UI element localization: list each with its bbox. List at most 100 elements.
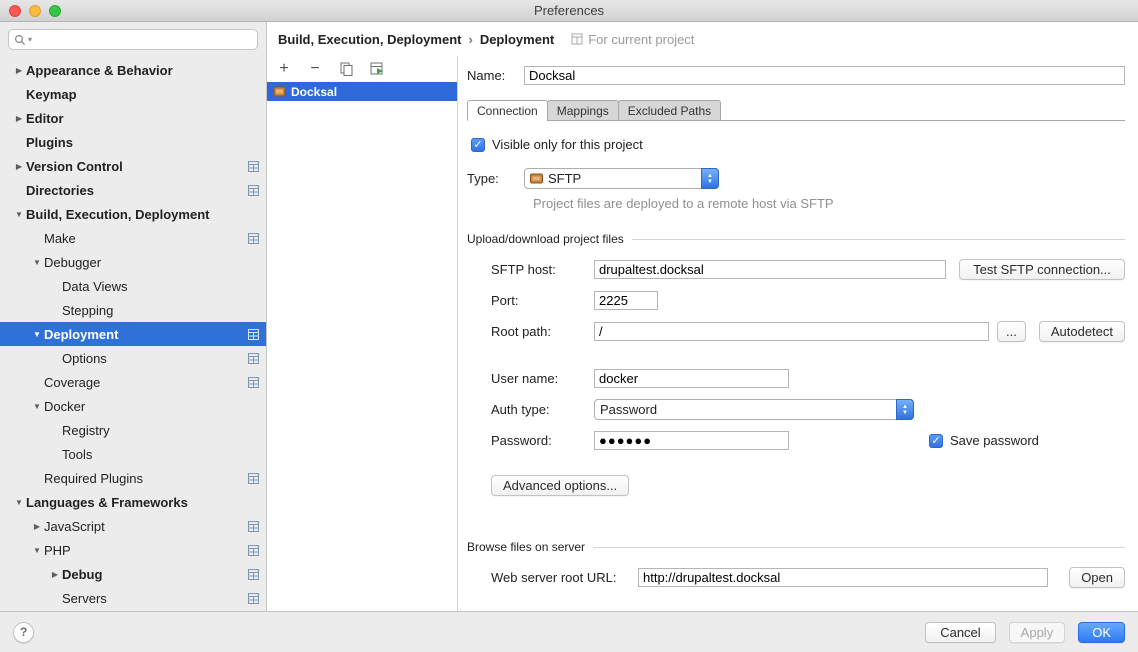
tab-mappings[interactable]: Mappings xyxy=(547,100,619,121)
save-password-checkbox[interactable]: ✓ xyxy=(929,434,943,448)
zoom-window-button[interactable] xyxy=(49,5,61,17)
chevron-right-icon[interactable]: ▶ xyxy=(48,570,62,579)
auth-type-value: Password xyxy=(600,402,657,417)
root-path-label: Root path: xyxy=(491,324,594,339)
sidebar-item-stepping[interactable]: Stepping xyxy=(0,298,266,322)
server-list-item-docksal[interactable]: Docksal xyxy=(267,82,457,101)
breadcrumb-item-root[interactable]: Build, Execution, Deployment xyxy=(278,32,461,47)
server-list-item-label: Docksal xyxy=(291,85,337,99)
save-password-label: Save password xyxy=(950,433,1039,448)
sidebar-item-version-control[interactable]: ▶Version Control xyxy=(0,154,266,178)
import-config-button[interactable] xyxy=(369,62,385,76)
test-sftp-connection-button[interactable]: Test SFTP connection... xyxy=(959,259,1125,280)
project-settings-icon xyxy=(248,233,259,244)
chevron-down-icon[interactable]: ▼ xyxy=(12,210,26,219)
minimize-window-button[interactable] xyxy=(29,5,41,17)
tab-connection[interactable]: Connection xyxy=(467,100,548,121)
import-icon xyxy=(370,62,384,76)
sidebar-item-servers[interactable]: Servers xyxy=(0,586,266,610)
add-icon: + xyxy=(279,61,288,77)
project-scope-icon xyxy=(571,33,583,45)
settings-content: Build, Execution, Deployment › Deploymen… xyxy=(267,22,1138,611)
sidebar-item-build-execution-deployment[interactable]: ▼Build, Execution, Deployment xyxy=(0,202,266,226)
web-root-field[interactable] xyxy=(638,568,1048,587)
sidebar-item-languages-frameworks[interactable]: ▼Languages & Frameworks xyxy=(0,490,266,514)
sidebar-item-debug[interactable]: ▶Debug xyxy=(0,562,266,586)
cancel-button[interactable]: Cancel xyxy=(925,622,995,643)
chevron-right-icon[interactable]: ▶ xyxy=(12,114,26,123)
root-path-field[interactable] xyxy=(594,322,989,341)
chevron-down-icon[interactable]: ▼ xyxy=(30,546,44,555)
sidebar-item-editor[interactable]: ▶Editor xyxy=(0,106,266,130)
sidebar-item-appearance-behavior[interactable]: ▶Appearance & Behavior xyxy=(0,58,266,82)
sidebar-item-keymap[interactable]: Keymap xyxy=(0,82,266,106)
sidebar-item-coverage[interactable]: Coverage xyxy=(0,370,266,394)
sidebar-item-label: Coverage xyxy=(44,375,100,390)
chevron-down-icon[interactable]: ▼ xyxy=(30,330,44,339)
sidebar-item-options[interactable]: Options xyxy=(0,346,266,370)
sidebar-item-debugger[interactable]: ▼Debugger xyxy=(0,250,266,274)
breadcrumb: Build, Execution, Deployment › Deploymen… xyxy=(267,22,1138,56)
auth-type-dropdown[interactable]: Password ▲▼ xyxy=(594,399,914,420)
sidebar-item-label: Tools xyxy=(62,447,92,462)
settings-search-input[interactable] xyxy=(34,31,252,48)
project-settings-icon xyxy=(248,353,259,364)
add-server-button[interactable]: + xyxy=(276,61,292,77)
sidebar-item-plugins[interactable]: Plugins xyxy=(0,130,266,154)
chevron-down-icon[interactable]: ▼ xyxy=(12,498,26,507)
apply-button[interactable]: Apply xyxy=(1009,622,1066,643)
sidebar-item-required-plugins[interactable]: Required Plugins xyxy=(0,466,266,490)
visible-only-checkbox[interactable]: ✓ xyxy=(471,138,485,152)
visible-only-label: Visible only for this project xyxy=(492,137,643,152)
password-field[interactable] xyxy=(594,431,789,450)
search-options-chevron-icon[interactable]: ▾ xyxy=(28,35,32,44)
project-settings-icon xyxy=(248,545,259,556)
breadcrumb-separator: › xyxy=(468,32,472,47)
sidebar-item-label: Keymap xyxy=(26,87,77,102)
chevron-down-icon[interactable]: ▼ xyxy=(30,402,44,411)
sidebar-item-label: Docker xyxy=(44,399,85,414)
search-icon xyxy=(14,34,26,46)
user-name-field[interactable] xyxy=(594,369,789,388)
password-label: Password: xyxy=(491,433,594,448)
sidebar-item-label: Appearance & Behavior xyxy=(26,63,173,78)
chevron-right-icon[interactable]: ▶ xyxy=(12,66,26,75)
dropdown-stepper-icon: ▲▼ xyxy=(896,399,914,420)
chevron-right-icon[interactable]: ▶ xyxy=(12,162,26,171)
sidebar-item-data-views[interactable]: Data Views xyxy=(0,274,266,298)
sftp-host-field[interactable] xyxy=(594,260,946,279)
help-button[interactable]: ? xyxy=(13,622,34,643)
project-settings-icon xyxy=(248,473,259,484)
type-dropdown[interactable]: SFTP ▲▼ xyxy=(524,168,719,189)
ok-button[interactable]: OK xyxy=(1078,622,1125,643)
autodetect-button[interactable]: Autodetect xyxy=(1039,321,1125,342)
copy-server-button[interactable] xyxy=(338,62,354,76)
user-name-label: User name: xyxy=(491,371,594,386)
project-settings-icon xyxy=(248,185,259,196)
chevron-right-icon[interactable]: ▶ xyxy=(30,522,44,531)
dialog-footer: ? Cancel Apply OK xyxy=(0,611,1138,652)
tab-excluded-paths[interactable]: Excluded Paths xyxy=(618,100,721,121)
advanced-options-button[interactable]: Advanced options... xyxy=(491,475,629,496)
sidebar-item-label: Stepping xyxy=(62,303,113,318)
project-settings-icon xyxy=(248,377,259,388)
project-settings-icon xyxy=(248,329,259,340)
sidebar-item-javascript[interactable]: ▶JavaScript xyxy=(0,514,266,538)
chevron-down-icon[interactable]: ▼ xyxy=(30,258,44,267)
port-field[interactable] xyxy=(594,291,658,310)
sidebar-item-registry[interactable]: Registry xyxy=(0,418,266,442)
remove-server-button[interactable]: − xyxy=(307,61,323,77)
settings-search[interactable]: ▾ xyxy=(8,29,258,50)
sidebar-item-docker[interactable]: ▼Docker xyxy=(0,394,266,418)
sidebar-item-deployment[interactable]: ▼Deployment xyxy=(0,322,266,346)
close-window-button[interactable] xyxy=(9,5,21,17)
sidebar-item-php[interactable]: ▼PHP xyxy=(0,538,266,562)
sidebar-item-directories[interactable]: Directories xyxy=(0,178,266,202)
project-settings-icon xyxy=(248,521,259,532)
name-field[interactable] xyxy=(524,66,1125,85)
browse-root-path-button[interactable]: ... xyxy=(997,321,1026,342)
open-url-button[interactable]: Open xyxy=(1069,567,1125,588)
sidebar-item-label: Options xyxy=(62,351,107,366)
sidebar-item-make[interactable]: Make xyxy=(0,226,266,250)
sidebar-item-tools[interactable]: Tools xyxy=(0,442,266,466)
